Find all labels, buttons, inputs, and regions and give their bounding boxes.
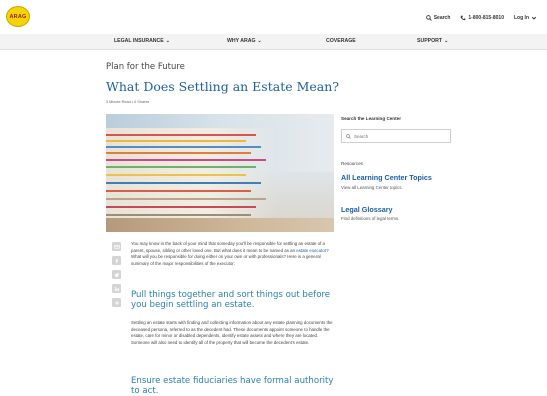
share-twitter-button[interactable] (112, 270, 121, 279)
desk-surface (106, 218, 334, 232)
article-category: Plan for the Future (106, 62, 185, 72)
utility-links: Search 1-800-815-8010 Log In (425, 15, 537, 21)
share-email-button[interactable] (112, 242, 121, 251)
section-heading-1: Pull things together and sort things out… (131, 290, 331, 310)
all-topics-link[interactable]: All Learning Center Topics (341, 173, 432, 182)
article-meta: 3 Minute Read • 0 Shares (106, 100, 150, 104)
section-heading-2: Ensure estate fiduciaries have formal au… (131, 376, 334, 396)
twitter-icon (113, 272, 119, 277)
search-icon (425, 15, 432, 21)
page-title: What Does Settling an Estate Mean? (106, 79, 339, 94)
paragraph-2: Settling an estate starts with finding a… (131, 320, 333, 345)
search-link-label: Search (433, 15, 451, 21)
arag-logo[interactable]: ARAG (6, 6, 30, 27)
nav-label: LEGAL INSURANCE (114, 38, 164, 44)
phone-number: 1-800-815-8010 (468, 15, 504, 21)
search-input[interactable] (354, 133, 444, 139)
linkedin-icon (114, 286, 119, 291)
nav-label: SUPPORT (417, 38, 443, 44)
legal-glossary-link[interactable]: Legal Glossary (341, 205, 393, 214)
nav-why-arag[interactable]: WHY ARAG ⌄ (227, 38, 262, 44)
chevron-down-icon: ⌄ (444, 38, 449, 44)
phone-link[interactable]: 1-800-815-8010 (460, 15, 504, 21)
legal-glossary-desc: Find definitions of legal terms. (341, 216, 400, 221)
all-topics-desc: View all Learning Center topics. (341, 185, 403, 190)
share-more-button[interactable] (112, 298, 121, 307)
facebook-icon (115, 258, 118, 263)
resources-label: Resources (341, 161, 363, 166)
nav-label: COVERAGE (326, 38, 356, 44)
login-link[interactable]: Log In (514, 15, 537, 21)
chevron-down-icon (531, 16, 537, 20)
paper-stack (106, 128, 276, 226)
intro-paragraph: You may know in the back of your mind th… (131, 241, 337, 267)
top-bar: ARAG Search 1-800-815-8010 Log In (0, 0, 547, 35)
learning-center-search[interactable] (341, 129, 451, 143)
nav-support[interactable]: SUPPORT ⌄ (417, 38, 448, 44)
hero-image (106, 114, 334, 232)
nav-coverage[interactable]: COVERAGE (326, 38, 356, 44)
chevron-down-icon: ⌄ (257, 38, 262, 44)
share-linkedin-button[interactable] (112, 284, 121, 293)
share-facebook-button[interactable] (112, 256, 121, 265)
email-icon (113, 244, 120, 249)
estate-executor-link[interactable]: estate executor (296, 248, 326, 253)
search-link[interactable]: Search (425, 15, 451, 21)
nav-label: WHY ARAG (227, 38, 256, 44)
main-nav: LEGAL INSURANCE ⌄ WHY ARAG ⌄ COVERAGE SUPP… (0, 34, 547, 50)
sidebar-search-label: Search the Learning Center (341, 116, 401, 121)
search-icon (346, 133, 351, 139)
plus-icon (114, 300, 119, 305)
phone-icon (461, 15, 466, 21)
login-label: Log In (514, 15, 529, 21)
nav-legal-insurance[interactable]: LEGAL INSURANCE ⌄ (114, 38, 170, 44)
chevron-down-icon: ⌄ (165, 38, 170, 44)
